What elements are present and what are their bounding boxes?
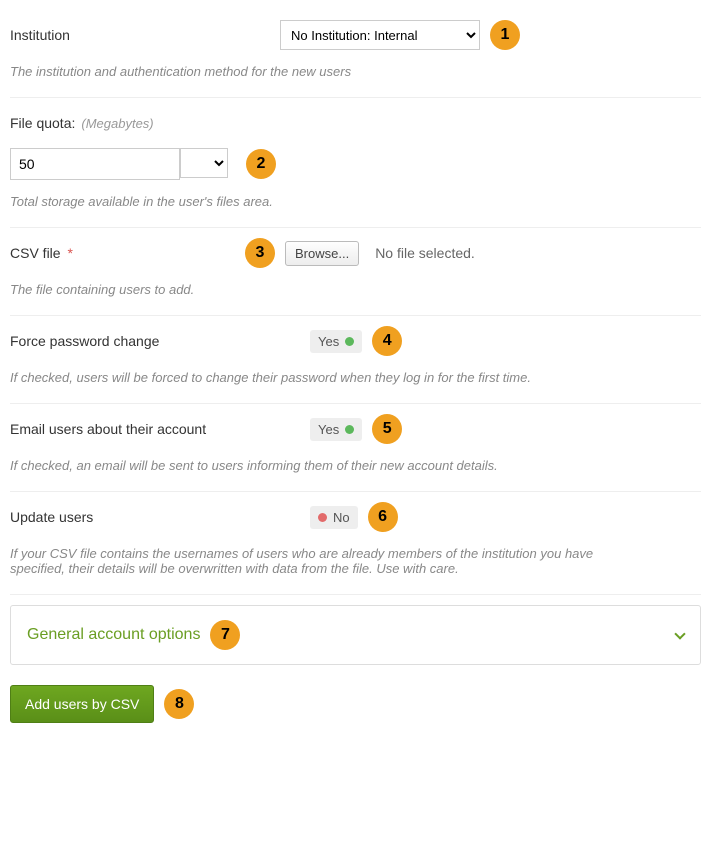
toggle-dot-off-icon [318, 513, 327, 522]
quota-input[interactable] [10, 148, 180, 180]
file-status: No file selected. [375, 245, 475, 261]
force-pw-value: Yes [318, 334, 339, 349]
toggle-dot-on-icon [345, 425, 354, 434]
force-pw-label: Force password change [10, 333, 300, 349]
callout-1: 1 [490, 20, 520, 50]
quota-input-group [10, 148, 228, 180]
quota-help: Total storage available in the user's fi… [10, 194, 701, 209]
quota-unit-label: (Megabytes) [81, 116, 153, 131]
csv-label-wrap: CSV file * [10, 245, 235, 261]
force-pw-toggle[interactable]: Yes [310, 330, 362, 353]
callout-7: 7 [210, 620, 240, 650]
csv-help: The file containing users to add. [10, 282, 701, 297]
accordion-label: General account options [27, 626, 200, 644]
callout-2: 2 [246, 149, 276, 179]
csv-row: CSV file * 3 Browse... No file selected.… [10, 228, 701, 307]
update-users-help: If your CSV file contains the usernames … [10, 546, 610, 576]
email-users-row: Email users about their account Yes 5 If… [10, 404, 701, 483]
browse-button[interactable]: Browse... [285, 241, 359, 266]
update-users-value: No [333, 510, 350, 525]
chevron-down-icon [674, 628, 685, 639]
general-account-options-accordion[interactable]: General account options 7 [10, 605, 701, 665]
institution-select[interactable]: No Institution: Internal [280, 20, 480, 50]
email-users-toggle[interactable]: Yes [310, 418, 362, 441]
quota-unit-select[interactable] [180, 148, 228, 178]
email-users-label: Email users about their account [10, 421, 300, 437]
callout-6: 6 [368, 502, 398, 532]
update-users-row: Update users No 6 If your CSV file conta… [10, 492, 701, 586]
csv-label: CSV file [10, 245, 61, 261]
email-users-value: Yes [318, 422, 339, 437]
required-mark: * [67, 245, 72, 261]
email-users-help: If checked, an email will be sent to use… [10, 458, 701, 473]
callout-5: 5 [372, 414, 402, 444]
quota-label: File quota: [10, 115, 75, 131]
update-users-label: Update users [10, 509, 300, 525]
callout-3: 3 [245, 238, 275, 268]
add-users-button[interactable]: Add users by CSV [10, 685, 154, 723]
toggle-dot-on-icon [345, 337, 354, 346]
force-pw-help: If checked, users will be forced to chan… [10, 370, 701, 385]
submit-row: Add users by CSV 8 [10, 685, 701, 723]
callout-4: 4 [372, 326, 402, 356]
update-users-toggle[interactable]: No [310, 506, 358, 529]
force-pw-row: Force password change Yes 4 If checked, … [10, 316, 701, 395]
callout-8: 8 [164, 689, 194, 719]
institution-help: The institution and authentication metho… [10, 64, 701, 79]
quota-row: File quota: (Megabytes) 2 Total storage … [10, 98, 701, 219]
institution-label: Institution [10, 27, 270, 43]
institution-row: Institution No Institution: Internal 1 T… [10, 10, 701, 89]
